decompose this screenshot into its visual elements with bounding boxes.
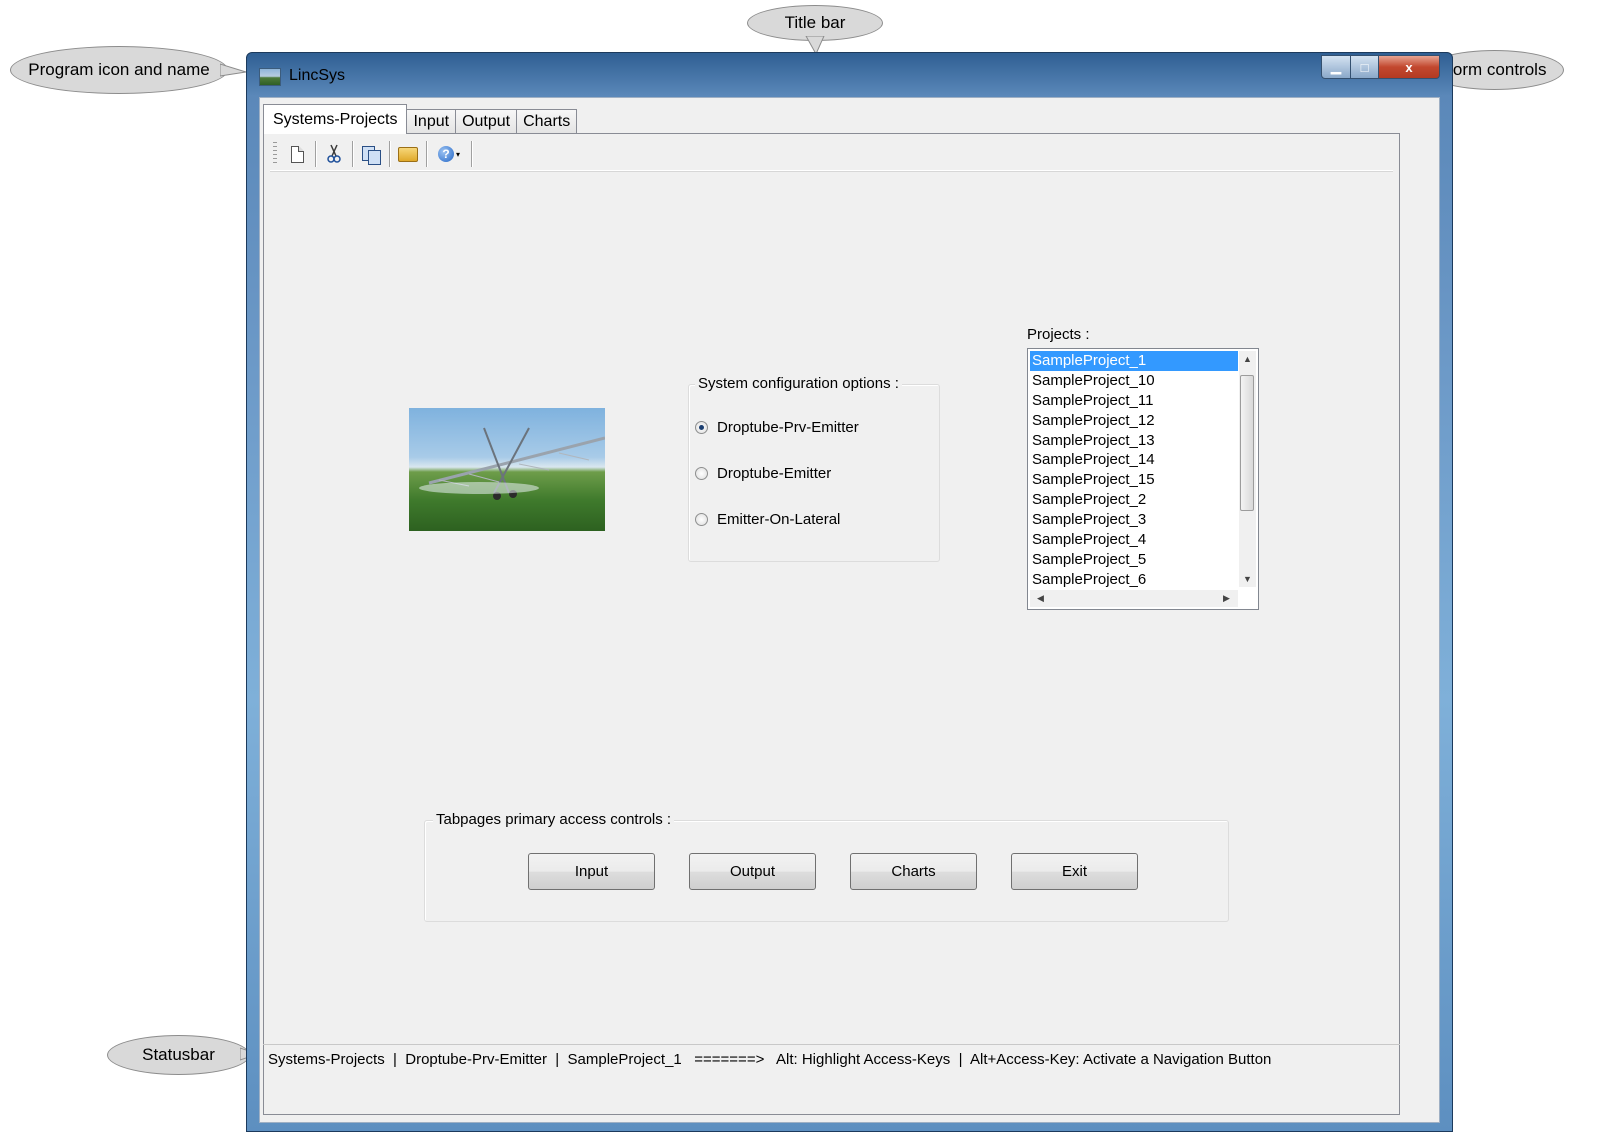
scroll-up-icon[interactable]: ▲ xyxy=(1239,354,1256,364)
toolbar-grip[interactable] xyxy=(273,142,277,166)
statusbar-callout: Statusbar xyxy=(107,1035,250,1075)
scroll-right-icon[interactable]: ▶ xyxy=(1218,593,1235,604)
app-icon[interactable] xyxy=(259,68,281,86)
new-button[interactable] xyxy=(283,141,311,167)
tab-systems-projects[interactable]: Systems-Projects xyxy=(263,104,408,134)
vertical-scrollbar[interactable]: ▲ ▼ xyxy=(1239,351,1256,587)
center-pivot-illustration xyxy=(419,427,605,500)
projects-list: SampleProject_1 SampleProject_10 SampleP… xyxy=(1030,351,1238,587)
close-icon: x xyxy=(1405,59,1413,75)
list-item[interactable]: SampleProject_3 xyxy=(1030,510,1238,530)
list-item[interactable]: SampleProject_10 xyxy=(1030,371,1238,391)
radio-button[interactable] xyxy=(695,421,708,434)
copy-button[interactable] xyxy=(357,141,385,167)
scroll-left-icon[interactable]: ◀ xyxy=(1032,593,1049,604)
copy-icon xyxy=(361,145,381,165)
tab-charts[interactable]: Charts xyxy=(516,109,578,134)
form-controls: ▁ □ x xyxy=(1321,55,1440,79)
list-item[interactable]: SampleProject_6 xyxy=(1030,570,1238,587)
tab-output[interactable]: Output xyxy=(455,109,518,134)
status-bar: Systems-Projects | Droptube-Prv-Emitter … xyxy=(263,1044,1400,1074)
status-text: Systems-Projects | Droptube-Prv-Emitter … xyxy=(268,1051,1272,1068)
toolbar-separator xyxy=(352,141,353,167)
toolbar-separator xyxy=(315,141,316,167)
system-config-legend: System configuration options : xyxy=(695,375,902,392)
charts-button[interactable]: Charts xyxy=(850,853,977,890)
cut-button[interactable] xyxy=(320,141,348,167)
radio-button[interactable] xyxy=(695,467,708,480)
toolbar: ? ▾ xyxy=(270,138,1393,171)
close-button[interactable]: x xyxy=(1379,55,1440,79)
projects-label: Projects : xyxy=(1027,326,1090,343)
list-item[interactable]: SampleProject_12 xyxy=(1030,411,1238,431)
radio-droptube-prv-emitter[interactable]: Droptube-Prv-Emitter xyxy=(695,419,859,436)
callout-label: Form controls xyxy=(1442,60,1547,79)
open-button[interactable] xyxy=(394,141,422,167)
chevron-down-icon: ▾ xyxy=(455,149,460,159)
open-folder-icon xyxy=(398,146,418,162)
list-item[interactable]: SampleProject_2 xyxy=(1030,490,1238,510)
program-icon-callout: Program icon and name xyxy=(10,46,228,94)
callout-label: Title bar xyxy=(784,13,846,32)
exit-button[interactable]: Exit xyxy=(1011,853,1138,890)
maximize-icon: □ xyxy=(1360,59,1369,75)
program-icon-pointer xyxy=(220,63,247,77)
list-item[interactable]: SampleProject_11 xyxy=(1030,391,1238,411)
list-item[interactable]: SampleProject_4 xyxy=(1030,530,1238,550)
list-item[interactable]: SampleProject_14 xyxy=(1030,450,1238,470)
horizontal-scrollbar[interactable]: ◀ ▶ xyxy=(1030,590,1238,607)
toolbar-separator xyxy=(471,141,472,167)
callout-label: Program icon and name xyxy=(28,60,210,79)
projects-listbox[interactable]: SampleProject_1 SampleProject_10 SampleP… xyxy=(1027,348,1259,610)
radio-emitter-on-lateral[interactable]: Emitter-On-Lateral xyxy=(695,511,840,528)
help-icon: ? xyxy=(437,146,454,162)
list-item[interactable]: SampleProject_15 xyxy=(1030,470,1238,490)
tab-input[interactable]: Input xyxy=(406,109,457,134)
minimize-button[interactable]: ▁ xyxy=(1321,55,1351,79)
callout-label: Statusbar xyxy=(142,1045,215,1064)
minimize-icon: ▁ xyxy=(1331,59,1341,74)
scroll-thumb[interactable] xyxy=(1240,375,1254,511)
client-area: Systems-Projects Input Output Charts ? ▾… xyxy=(259,97,1440,1123)
system-config-group: System configuration options : Droptube-… xyxy=(688,375,940,562)
list-item[interactable]: SampleProject_5 xyxy=(1030,550,1238,570)
list-item[interactable]: SampleProject_13 xyxy=(1030,431,1238,451)
radio-label: Droptube-Emitter xyxy=(717,465,832,482)
window-title: LincSys xyxy=(289,67,346,84)
toolbar-separator xyxy=(426,141,427,167)
help-dropdown-button[interactable]: ? ▾ xyxy=(431,141,467,167)
radio-button[interactable] xyxy=(695,513,708,526)
scroll-down-icon[interactable]: ▼ xyxy=(1239,574,1256,584)
radio-droptube-emitter[interactable]: Droptube-Emitter xyxy=(695,465,831,482)
list-item[interactable]: SampleProject_1 xyxy=(1030,351,1238,371)
radio-label: Droptube-Prv-Emitter xyxy=(717,419,859,436)
cut-icon xyxy=(327,144,341,163)
radio-label: Emitter-On-Lateral xyxy=(717,511,841,528)
tab-strip: Systems-Projects Input Output Charts xyxy=(263,104,578,134)
input-button[interactable]: Input xyxy=(528,853,655,890)
irrigation-image xyxy=(409,408,605,531)
output-button[interactable]: Output xyxy=(689,853,816,890)
systems-projects-page: ? ▾ System configuration options: Dropt… xyxy=(263,133,1400,1115)
toolbar-separator xyxy=(389,141,390,167)
maximize-button[interactable]: □ xyxy=(1351,55,1379,79)
access-controls-legend: Tabpages primary access controls : xyxy=(433,811,675,828)
main-window: LincSys ▁ □ x Systems-Projects Input Out… xyxy=(246,52,1453,1132)
new-document-icon xyxy=(290,145,304,163)
title-bar[interactable]: LincSys ▁ □ x xyxy=(247,53,1452,95)
